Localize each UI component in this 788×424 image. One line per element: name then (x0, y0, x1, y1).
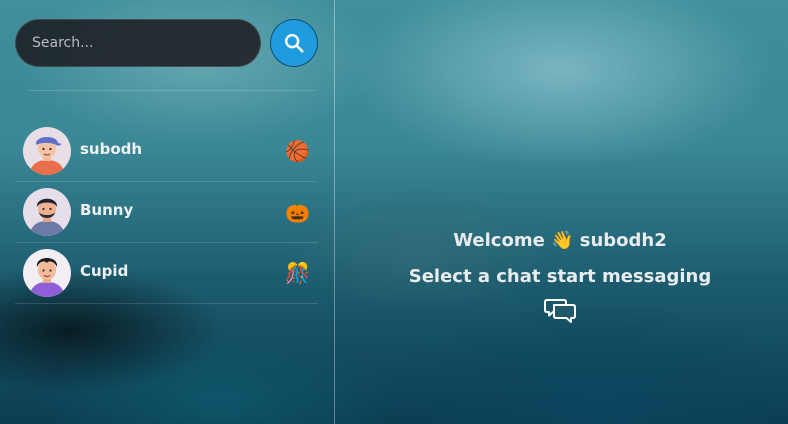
welcome-message: Welcome 👋 subodh2 Select a chat start me… (335, 228, 785, 324)
contact-item[interactable]: subodh 🏀 (15, 121, 318, 182)
search-button[interactable] (270, 19, 318, 67)
contact-name: subodh (80, 139, 143, 158)
welcome-prompt: Select a chat start messaging (408, 266, 712, 287)
contact-list: subodh 🏀 Bunny � (15, 121, 318, 304)
contact-name: Cupid (80, 261, 129, 280)
search-input[interactable] (15, 19, 261, 67)
avatar (23, 249, 71, 297)
pumpkin-icon: 🎃 (285, 200, 310, 224)
basketball-icon: 🏀 (285, 139, 310, 163)
contact-name: Bunny (80, 200, 134, 219)
sidebar: subodh 🏀 Bunny � (0, 0, 335, 424)
chat-bubbles-icon (544, 299, 576, 323)
search-bar (15, 19, 318, 67)
contact-item[interactable]: Cupid 🎊 (15, 243, 318, 304)
divider (27, 90, 317, 91)
chat-panel: Welcome 👋 subodh2 Select a chat start me… (335, 0, 788, 424)
welcome-greeting: Welcome 👋 subodh2 (453, 230, 667, 251)
confetti-icon: 🎊 (285, 261, 310, 285)
search-icon (285, 34, 304, 53)
chat-app: subodh 🏀 Bunny � (0, 0, 788, 424)
avatar (23, 127, 71, 175)
contact-item[interactable]: Bunny 🎃 (15, 182, 318, 243)
avatar (23, 188, 71, 236)
